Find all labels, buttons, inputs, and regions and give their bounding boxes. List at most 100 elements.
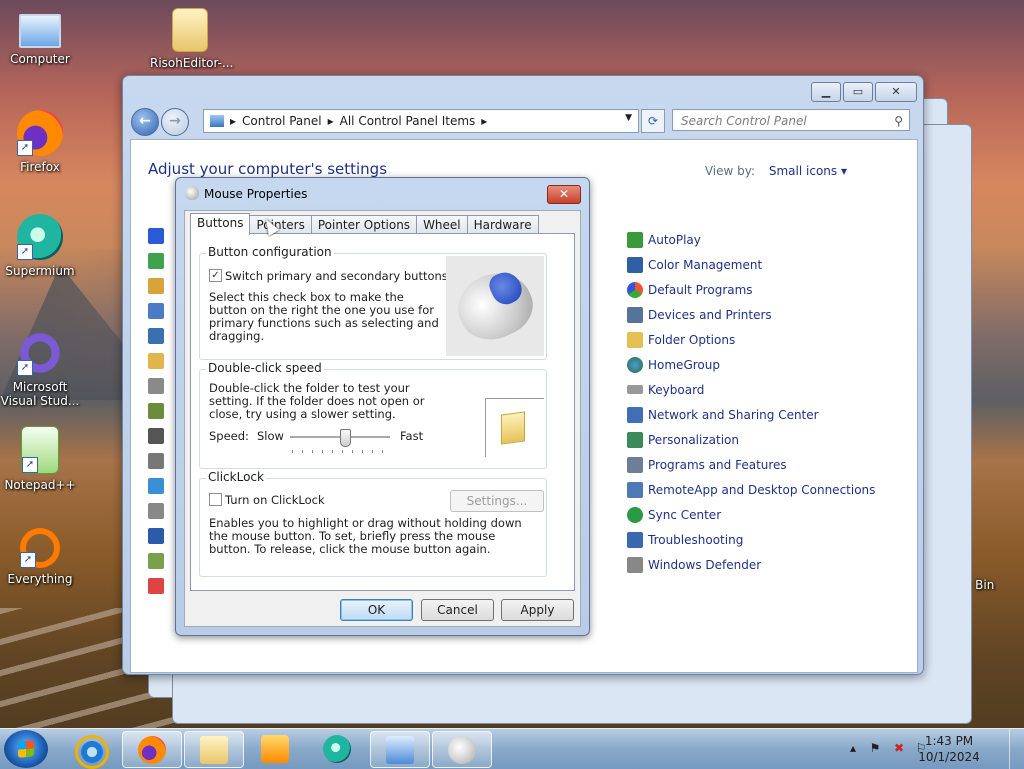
- clicklock-checkbox[interactable]: [209, 493, 222, 506]
- user-accounts-icon[interactable]: [148, 553, 164, 569]
- tab-buttons[interactable]: Buttons: [190, 213, 251, 235]
- tab-wheel[interactable]: Wheel: [416, 215, 468, 234]
- switch-buttons-checkbox[interactable]: ✓: [209, 269, 222, 282]
- button-config-description: Select this check box to make the button…: [209, 290, 439, 343]
- item-windows-defender[interactable]: Windows Defender: [627, 552, 875, 577]
- clock-time: 1:43 PM: [924, 734, 974, 748]
- backup-icon[interactable]: [148, 253, 164, 269]
- speed-slider-thumb[interactable]: [340, 429, 351, 447]
- remoteapp-icon: [627, 481, 643, 498]
- windows-defender-icon: [627, 556, 643, 573]
- action-center-tray-icon[interactable]: ⚑: [868, 741, 882, 755]
- clock[interactable]: 1:43 PM 10/1/2024: [914, 733, 984, 765]
- cancel-button[interactable]: Cancel: [421, 599, 494, 621]
- breadcrumb-control-panel[interactable]: Control Panel: [242, 114, 322, 128]
- indexing-icon[interactable]: [148, 378, 164, 394]
- display-icon[interactable]: [148, 328, 164, 344]
- item-remoteapp[interactable]: RemoteApp and Desktop Connections: [627, 477, 875, 502]
- buttons-tab-panel: Button configuration ✓ Switch primary an…: [190, 233, 575, 591]
- item-programs-features[interactable]: Programs and Features: [627, 452, 875, 477]
- notification-icon[interactable]: [148, 428, 164, 444]
- personalization-icon: [627, 431, 643, 448]
- search-icon[interactable]: ⚲: [894, 110, 903, 132]
- desktop-icon-notepadpp[interactable]: ➚ Notepad++: [0, 426, 80, 492]
- item-label: Network and Sharing Center: [648, 407, 819, 422]
- desktop-icon-risoheditor[interactable]: RisohEditor-...: [150, 8, 233, 70]
- item-default-programs[interactable]: Default Programs: [627, 277, 875, 302]
- parental-icon[interactable]: [148, 453, 164, 469]
- firefox-icon: [138, 736, 166, 764]
- taskbar-ie[interactable]: [60, 731, 118, 769]
- chevron-down-icon[interactable]: ▼: [625, 113, 632, 123]
- action-center-icon[interactable]: [148, 228, 164, 244]
- apply-button[interactable]: Apply: [501, 599, 574, 621]
- taskbar-media-player[interactable]: [246, 731, 304, 766]
- folder-icon[interactable]: [501, 411, 525, 445]
- clicklock-group: ClickLock Turn on ClickLock Settings... …: [199, 470, 547, 577]
- switch-buttons-label: Switch primary and secondary buttons: [225, 269, 448, 283]
- tab-hardware[interactable]: Hardware: [466, 215, 539, 234]
- start-button[interactable]: [4, 730, 48, 768]
- show-desktop-button[interactable]: [1009, 729, 1024, 769]
- region-icon[interactable]: [148, 478, 164, 494]
- back-button[interactable]: ←: [131, 108, 159, 136]
- taskbar-supermium[interactable]: [308, 731, 366, 766]
- item-troubleshooting[interactable]: Troubleshooting: [627, 527, 875, 552]
- forward-button[interactable]: →: [161, 108, 189, 136]
- taskbar-explorer[interactable]: [184, 731, 244, 768]
- desktop-icon-visual-studio[interactable]: ➚ Microsoft Visual Stud...: [0, 330, 80, 408]
- search-input[interactable]: Search Control Panel ⚲: [672, 109, 910, 131]
- location-icon[interactable]: [148, 403, 164, 419]
- dialog-title: Mouse Properties: [204, 187, 308, 201]
- item-sync-center[interactable]: Sync Center: [627, 502, 875, 527]
- network-disconnected-icon[interactable]: ✖: [892, 741, 906, 755]
- item-label: AutoPlay: [648, 232, 701, 247]
- item-autoplay[interactable]: AutoPlay: [627, 227, 875, 252]
- fonts-icon[interactable]: [148, 353, 164, 369]
- refresh-button[interactable]: ⟳: [641, 109, 665, 133]
- breadcrumb-all-items[interactable]: All Control Panel Items: [340, 114, 476, 128]
- desktop-icon-label: Notepad++: [4, 478, 76, 492]
- close-button[interactable]: ✕: [875, 82, 917, 102]
- control-panel-icon: [210, 115, 224, 127]
- windows-update-icon[interactable]: [148, 578, 164, 594]
- desktop-icon-everything[interactable]: ➚ Everything: [0, 528, 80, 586]
- mouse-illustration: [446, 256, 544, 356]
- close-button[interactable]: ✕: [547, 185, 581, 204]
- color-management-icon: [627, 256, 643, 273]
- tab-pointer-options[interactable]: Pointer Options: [310, 215, 418, 234]
- item-color-management[interactable]: Color Management: [627, 252, 875, 277]
- minimize-button[interactable]: ▁: [811, 82, 841, 102]
- clicklock-settings-button[interactable]: Settings...: [450, 490, 544, 512]
- item-folder-options[interactable]: Folder Options: [627, 327, 875, 352]
- internet-explorer-icon: [75, 735, 109, 769]
- slow-label: Slow: [257, 429, 284, 443]
- credential-icon[interactable]: [148, 278, 164, 294]
- default-programs-icon: [627, 281, 643, 298]
- sound-icon[interactable]: [148, 503, 164, 519]
- item-keyboard[interactable]: Keyboard: [627, 377, 875, 402]
- taskbar-control-panel[interactable]: [370, 731, 430, 768]
- clicklock-description: Enables you to highlight or drag without…: [209, 516, 522, 556]
- desktop-icon-computer[interactable]: Computer: [0, 8, 80, 66]
- desktop-icon-supermium[interactable]: ➚ Supermium: [0, 214, 80, 278]
- item-devices-printers[interactable]: Devices and Printers: [627, 302, 875, 327]
- windows-logo-icon: [18, 740, 34, 758]
- item-personalization[interactable]: Personalization: [627, 427, 875, 452]
- maximize-button[interactable]: ▭: [843, 82, 873, 102]
- item-label: Folder Options: [648, 332, 736, 347]
- desktop-icon-firefox[interactable]: ➚ Firefox: [0, 110, 80, 174]
- system-icon[interactable]: [148, 528, 164, 544]
- item-network-sharing[interactable]: Network and Sharing Center: [627, 402, 875, 427]
- test-folder-area[interactable]: [485, 398, 544, 457]
- tab-pointers[interactable]: Pointers: [249, 215, 312, 234]
- taskbar-mouse-properties[interactable]: [432, 731, 492, 768]
- show-hidden-icons-icon[interactable]: ▴: [846, 741, 860, 755]
- view-by-dropdown[interactable]: Small icons ▾: [769, 164, 847, 178]
- date-time-icon[interactable]: [148, 303, 164, 319]
- troubleshooting-icon: [627, 531, 643, 548]
- taskbar-firefox[interactable]: [122, 731, 182, 768]
- item-homegroup[interactable]: HomeGroup: [627, 352, 875, 377]
- address-bar[interactable]: ▸ Control Panel ▸ All Control Panel Item…: [203, 109, 639, 133]
- ok-button[interactable]: OK: [340, 599, 413, 621]
